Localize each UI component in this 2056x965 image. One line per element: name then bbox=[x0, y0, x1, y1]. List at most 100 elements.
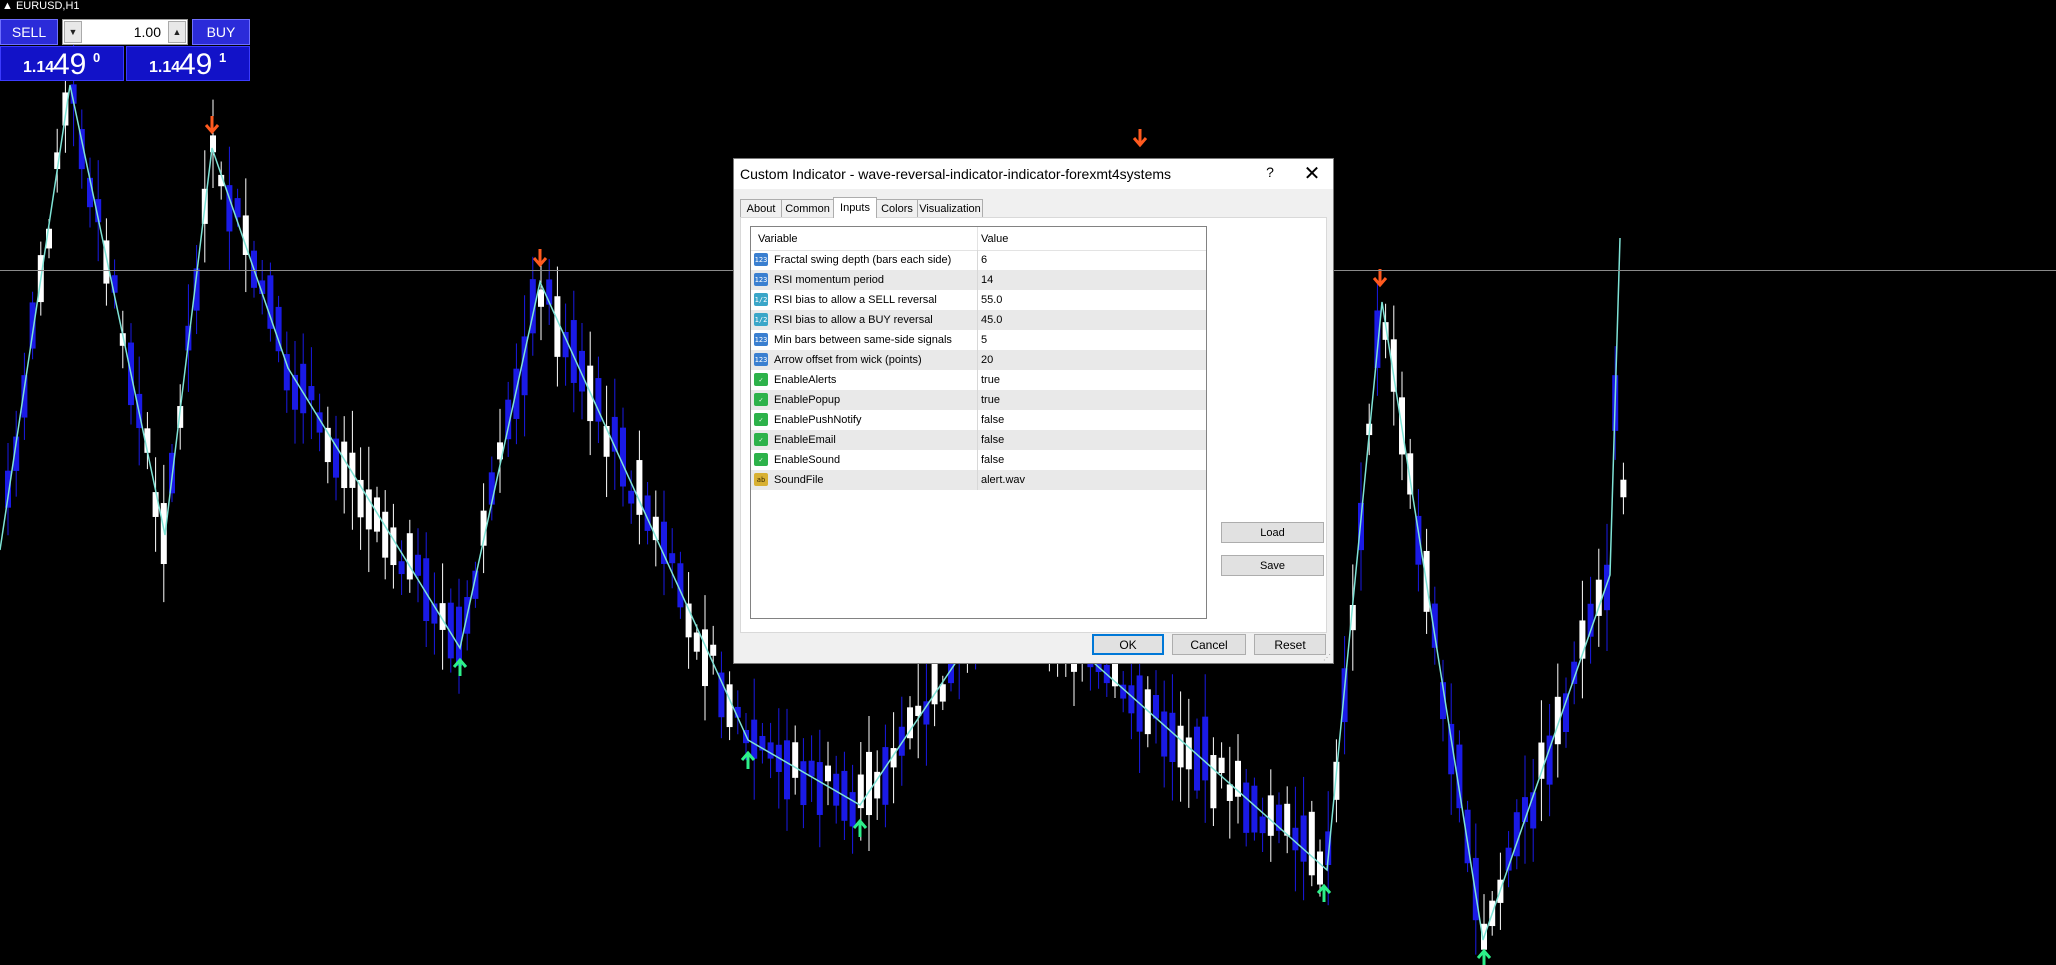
column-divider bbox=[977, 410, 978, 430]
candle-body bbox=[603, 425, 610, 457]
lot-increase-icon[interactable]: ▲ bbox=[168, 21, 186, 43]
candle-body bbox=[751, 719, 758, 759]
candle-body bbox=[1374, 310, 1381, 368]
int-type-icon: 123 bbox=[754, 353, 768, 366]
table-row[interactable]: 123 RSI momentum period 14 bbox=[751, 270, 1206, 290]
table-row[interactable]: 123 Min bars between same-side signals 5 bbox=[751, 330, 1206, 350]
table-row[interactable]: 1/2 RSI bias to allow a BUY reversal 45.0 bbox=[751, 310, 1206, 330]
candle-body bbox=[1153, 695, 1159, 719]
int-type-icon: 123 bbox=[754, 333, 768, 346]
input-value[interactable]: true bbox=[981, 394, 1000, 406]
candle-body bbox=[882, 747, 889, 805]
candle-body bbox=[702, 629, 708, 687]
candle-body bbox=[21, 375, 28, 418]
candle-body bbox=[406, 533, 413, 580]
tab-inputs[interactable]: Inputs bbox=[833, 197, 877, 218]
save-button[interactable]: Save bbox=[1221, 555, 1324, 576]
candle-body bbox=[1284, 803, 1291, 836]
candle-body bbox=[767, 742, 774, 759]
buy-button[interactable]: BUY bbox=[192, 19, 250, 45]
buy-price-display[interactable]: 1.14 49 1 bbox=[126, 46, 250, 81]
input-variable-name: EnableEmail bbox=[774, 434, 836, 446]
column-divider bbox=[977, 330, 978, 350]
dialog-title: Custom Indicator - wave-reversal-indicat… bbox=[740, 166, 1172, 182]
candle-body bbox=[800, 761, 807, 806]
ok-button[interactable]: OK bbox=[1092, 634, 1164, 655]
input-value[interactable]: 14 bbox=[981, 274, 993, 286]
candle-body bbox=[1161, 711, 1168, 757]
input-value[interactable]: 20 bbox=[981, 354, 993, 366]
close-icon[interactable]: ✕ bbox=[1300, 161, 1324, 186]
str-type-icon: ab bbox=[754, 473, 768, 486]
column-divider[interactable] bbox=[977, 227, 978, 250]
input-value[interactable]: 6 bbox=[981, 254, 987, 266]
table-row[interactable]: ✓ EnableSound false bbox=[751, 450, 1206, 470]
lot-size-value[interactable]: 1.00 bbox=[134, 24, 161, 40]
candle-body bbox=[267, 275, 274, 329]
input-variable-name: Min bars between same-side signals bbox=[774, 334, 952, 346]
bool-type-icon: ✓ bbox=[754, 413, 768, 426]
resize-grip-icon[interactable]: ⋰ bbox=[1323, 653, 1331, 662]
tab-about[interactable]: About bbox=[740, 199, 782, 217]
candle-body bbox=[1226, 784, 1233, 801]
candle-body bbox=[784, 740, 790, 800]
table-row[interactable]: 123 Fractal swing depth (bars each side) 6 bbox=[751, 250, 1206, 270]
input-value[interactable]: false bbox=[981, 414, 1004, 426]
candle-body bbox=[939, 684, 946, 702]
input-value[interactable]: 45.0 bbox=[981, 314, 1002, 326]
lot-decrease-icon[interactable]: ▼ bbox=[64, 21, 82, 43]
candle-body bbox=[1267, 795, 1274, 836]
candle-body bbox=[849, 792, 856, 827]
tab-common[interactable]: Common bbox=[781, 199, 834, 217]
candle-body bbox=[513, 368, 520, 419]
candle-body bbox=[333, 438, 339, 478]
column-header-value[interactable]: Value bbox=[981, 233, 1008, 245]
column-header-variable[interactable]: Variable bbox=[758, 233, 798, 245]
dialog-titlebar[interactable]: Custom Indicator - wave-reversal-indicat… bbox=[734, 159, 1333, 189]
input-value[interactable]: alert.wav bbox=[981, 474, 1025, 486]
input-value[interactable]: true bbox=[981, 374, 1000, 386]
candle-body bbox=[1177, 725, 1184, 768]
inputs-panel: Variable Value 123 Fractal swing depth (b… bbox=[740, 217, 1327, 633]
int-type-icon: 123 bbox=[754, 273, 768, 286]
candle-body bbox=[1243, 782, 1250, 833]
candle-body bbox=[1308, 811, 1315, 876]
candle-body bbox=[923, 701, 930, 725]
input-variable-name: SoundFile bbox=[774, 474, 824, 486]
candle-body bbox=[661, 521, 667, 564]
tab-colors[interactable]: Colors bbox=[876, 199, 918, 217]
candle-body bbox=[341, 441, 348, 489]
dbl-type-icon: 1/2 bbox=[754, 293, 768, 306]
candle-body bbox=[620, 427, 626, 487]
input-variable-name: EnableAlerts bbox=[774, 374, 837, 386]
lot-size-field[interactable]: ▼ 1.00 ▲ bbox=[62, 19, 188, 45]
candle-body bbox=[792, 742, 799, 778]
input-value[interactable]: false bbox=[981, 454, 1004, 466]
input-variable-name: RSI momentum period bbox=[774, 274, 885, 286]
cancel-button[interactable]: Cancel bbox=[1172, 634, 1246, 655]
input-value[interactable]: 5 bbox=[981, 334, 987, 346]
sell-button[interactable]: SELL bbox=[0, 19, 58, 45]
input-value[interactable]: 55.0 bbox=[981, 294, 1002, 306]
table-row[interactable]: ✓ EnableEmail false bbox=[751, 430, 1206, 450]
help-icon[interactable]: ? bbox=[1260, 164, 1280, 180]
candle-body bbox=[1317, 851, 1323, 885]
column-divider bbox=[977, 470, 978, 490]
tab-visualization[interactable]: Visualization bbox=[917, 199, 983, 217]
load-button[interactable]: Load bbox=[1221, 522, 1324, 543]
input-value[interactable]: false bbox=[981, 434, 1004, 446]
reset-button[interactable]: Reset bbox=[1254, 634, 1326, 655]
candle-body bbox=[898, 726, 905, 756]
inputs-table: Variable Value 123 Fractal swing depth (b… bbox=[750, 226, 1207, 619]
table-row[interactable]: ab SoundFile alert.wav bbox=[751, 470, 1206, 490]
table-row[interactable]: ✓ EnableAlerts true bbox=[751, 370, 1206, 390]
sell-price-display[interactable]: 1.14 49 0 bbox=[0, 46, 124, 81]
candle-body bbox=[808, 760, 815, 777]
table-row[interactable]: ✓ EnablePopup true bbox=[751, 390, 1206, 410]
dbl-type-icon: 1/2 bbox=[754, 313, 768, 326]
candle-body bbox=[710, 644, 717, 656]
candle-body bbox=[538, 289, 544, 307]
table-row[interactable]: 123 Arrow offset from wick (points) 20 bbox=[751, 350, 1206, 370]
table-row[interactable]: 1/2 RSI bias to allow a SELL reversal 55.0 bbox=[751, 290, 1206, 310]
table-row[interactable]: ✓ EnablePushNotify false bbox=[751, 410, 1206, 430]
